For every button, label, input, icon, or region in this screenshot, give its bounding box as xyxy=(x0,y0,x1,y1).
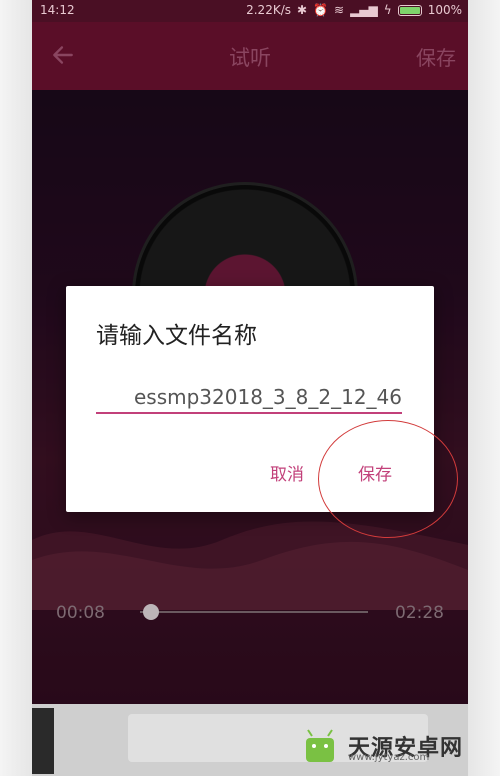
signal-icon: ▂▄▆ xyxy=(350,3,378,17)
watermark-url: www.jytyaz.com xyxy=(348,752,430,763)
title-bar: 试听 保存 xyxy=(32,22,468,90)
progress-track[interactable] xyxy=(140,611,368,613)
total-time: 02:28 xyxy=(395,603,444,623)
status-bar: 14:12 2.22K/s ✱ ⏰ ≋ ▂▄▆ ϟ 100% xyxy=(32,0,468,22)
android-logo-icon xyxy=(306,729,334,762)
status-time: 14:12 xyxy=(40,3,75,17)
annotation-circle xyxy=(318,420,458,538)
cancel-button[interactable]: 取消 xyxy=(270,460,304,485)
filename-input[interactable] xyxy=(96,382,402,414)
battery-icon xyxy=(397,4,422,16)
page-title: 试听 xyxy=(229,46,271,70)
current-time: 00:08 xyxy=(56,603,105,623)
banner-thumbnail xyxy=(32,708,54,774)
status-right: 2.22K/s ✱ ⏰ ≋ ▂▄▆ ϟ 100% xyxy=(246,3,462,17)
right-edge xyxy=(468,0,500,776)
dialog-title: 请输入文件名称 xyxy=(96,323,257,349)
watermark: 天源安卓网 www.jytyaz.com xyxy=(296,722,463,770)
alarm-icon: ⏰ xyxy=(313,3,329,17)
battery-level: 100% xyxy=(427,3,462,17)
charging-icon: ϟ xyxy=(383,3,392,17)
network-speed: 2.22K/s xyxy=(246,3,291,17)
left-edge xyxy=(0,0,32,776)
bluetooth-icon: ✱ xyxy=(297,3,308,17)
wifi-icon: ≋ xyxy=(334,3,345,17)
toolbar-save-button[interactable]: 保存 xyxy=(416,42,456,71)
